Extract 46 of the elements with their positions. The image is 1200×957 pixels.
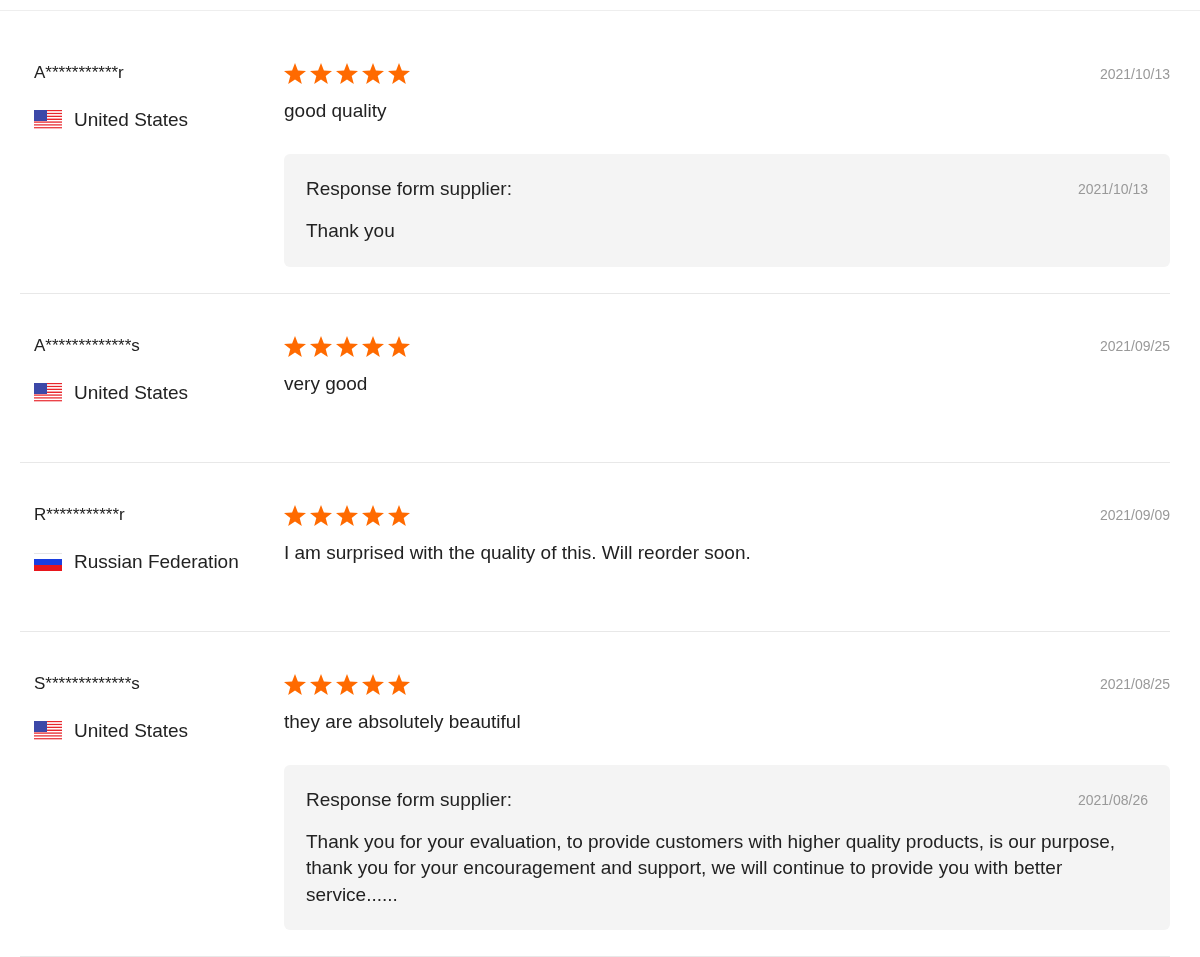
star-icon [310, 673, 332, 695]
review-date: 2021/08/25 [1099, 676, 1170, 693]
review-text: good quality [284, 100, 388, 122]
star-icon [310, 335, 332, 357]
reply-date: 2021/10/13 [1077, 181, 1148, 197]
flag-icon [34, 382, 62, 403]
star-icon [310, 504, 332, 526]
country-name: United States [74, 109, 189, 131]
reviewer-name: S*************s [34, 673, 141, 694]
star-icon [336, 673, 358, 695]
star-icon [362, 63, 384, 84]
reviewer-name: A*************s [34, 335, 141, 356]
reply-heading: Response form supplier: [306, 788, 512, 811]
review-text: very good [284, 372, 369, 395]
star-icon [284, 504, 306, 526]
review-text: I am surprised with the quality of this. Will reorder soon. [284, 541, 752, 564]
flag-icon [34, 720, 62, 741]
star-icon [362, 673, 384, 695]
star-icon [388, 335, 410, 357]
flag-icon [34, 552, 62, 571]
star-icon [388, 673, 410, 695]
reply-heading: Response form supplier: [306, 178, 512, 200]
star-icon [362, 504, 384, 526]
star-icon [388, 504, 410, 526]
star-icon [388, 63, 410, 84]
star-icon [336, 335, 358, 357]
star-icon [362, 335, 384, 357]
review-text: they are absolutely beautiful [284, 710, 522, 733]
star-icon [336, 504, 358, 526]
star-icon [284, 673, 306, 695]
reply-date: 2021/08/26 [1077, 791, 1148, 808]
country-name: United States [74, 381, 189, 404]
star-icon [336, 63, 358, 84]
flag-icon [34, 110, 62, 130]
country-name: Russian Federation [74, 550, 239, 573]
star-icon [284, 335, 306, 357]
reviewer-name: A***********r [34, 63, 125, 83]
reviewer-name: R***********r [34, 504, 126, 525]
star-icon [284, 63, 306, 84]
country-name: United States [74, 719, 189, 742]
reply-text: Thank you for your evaluation, to provide customers with higher quality products, is our purpose, thank you for your encouragement and support, we will continue to provide you with better service...... [306, 829, 1116, 907]
review-date: 2021/10/13 [1099, 65, 1170, 82]
review-date: 2021/09/09 [1099, 507, 1170, 524]
reply-text: Thank you [306, 219, 396, 243]
review-date: 2021/09/25 [1099, 338, 1170, 355]
star-icon [310, 63, 332, 84]
